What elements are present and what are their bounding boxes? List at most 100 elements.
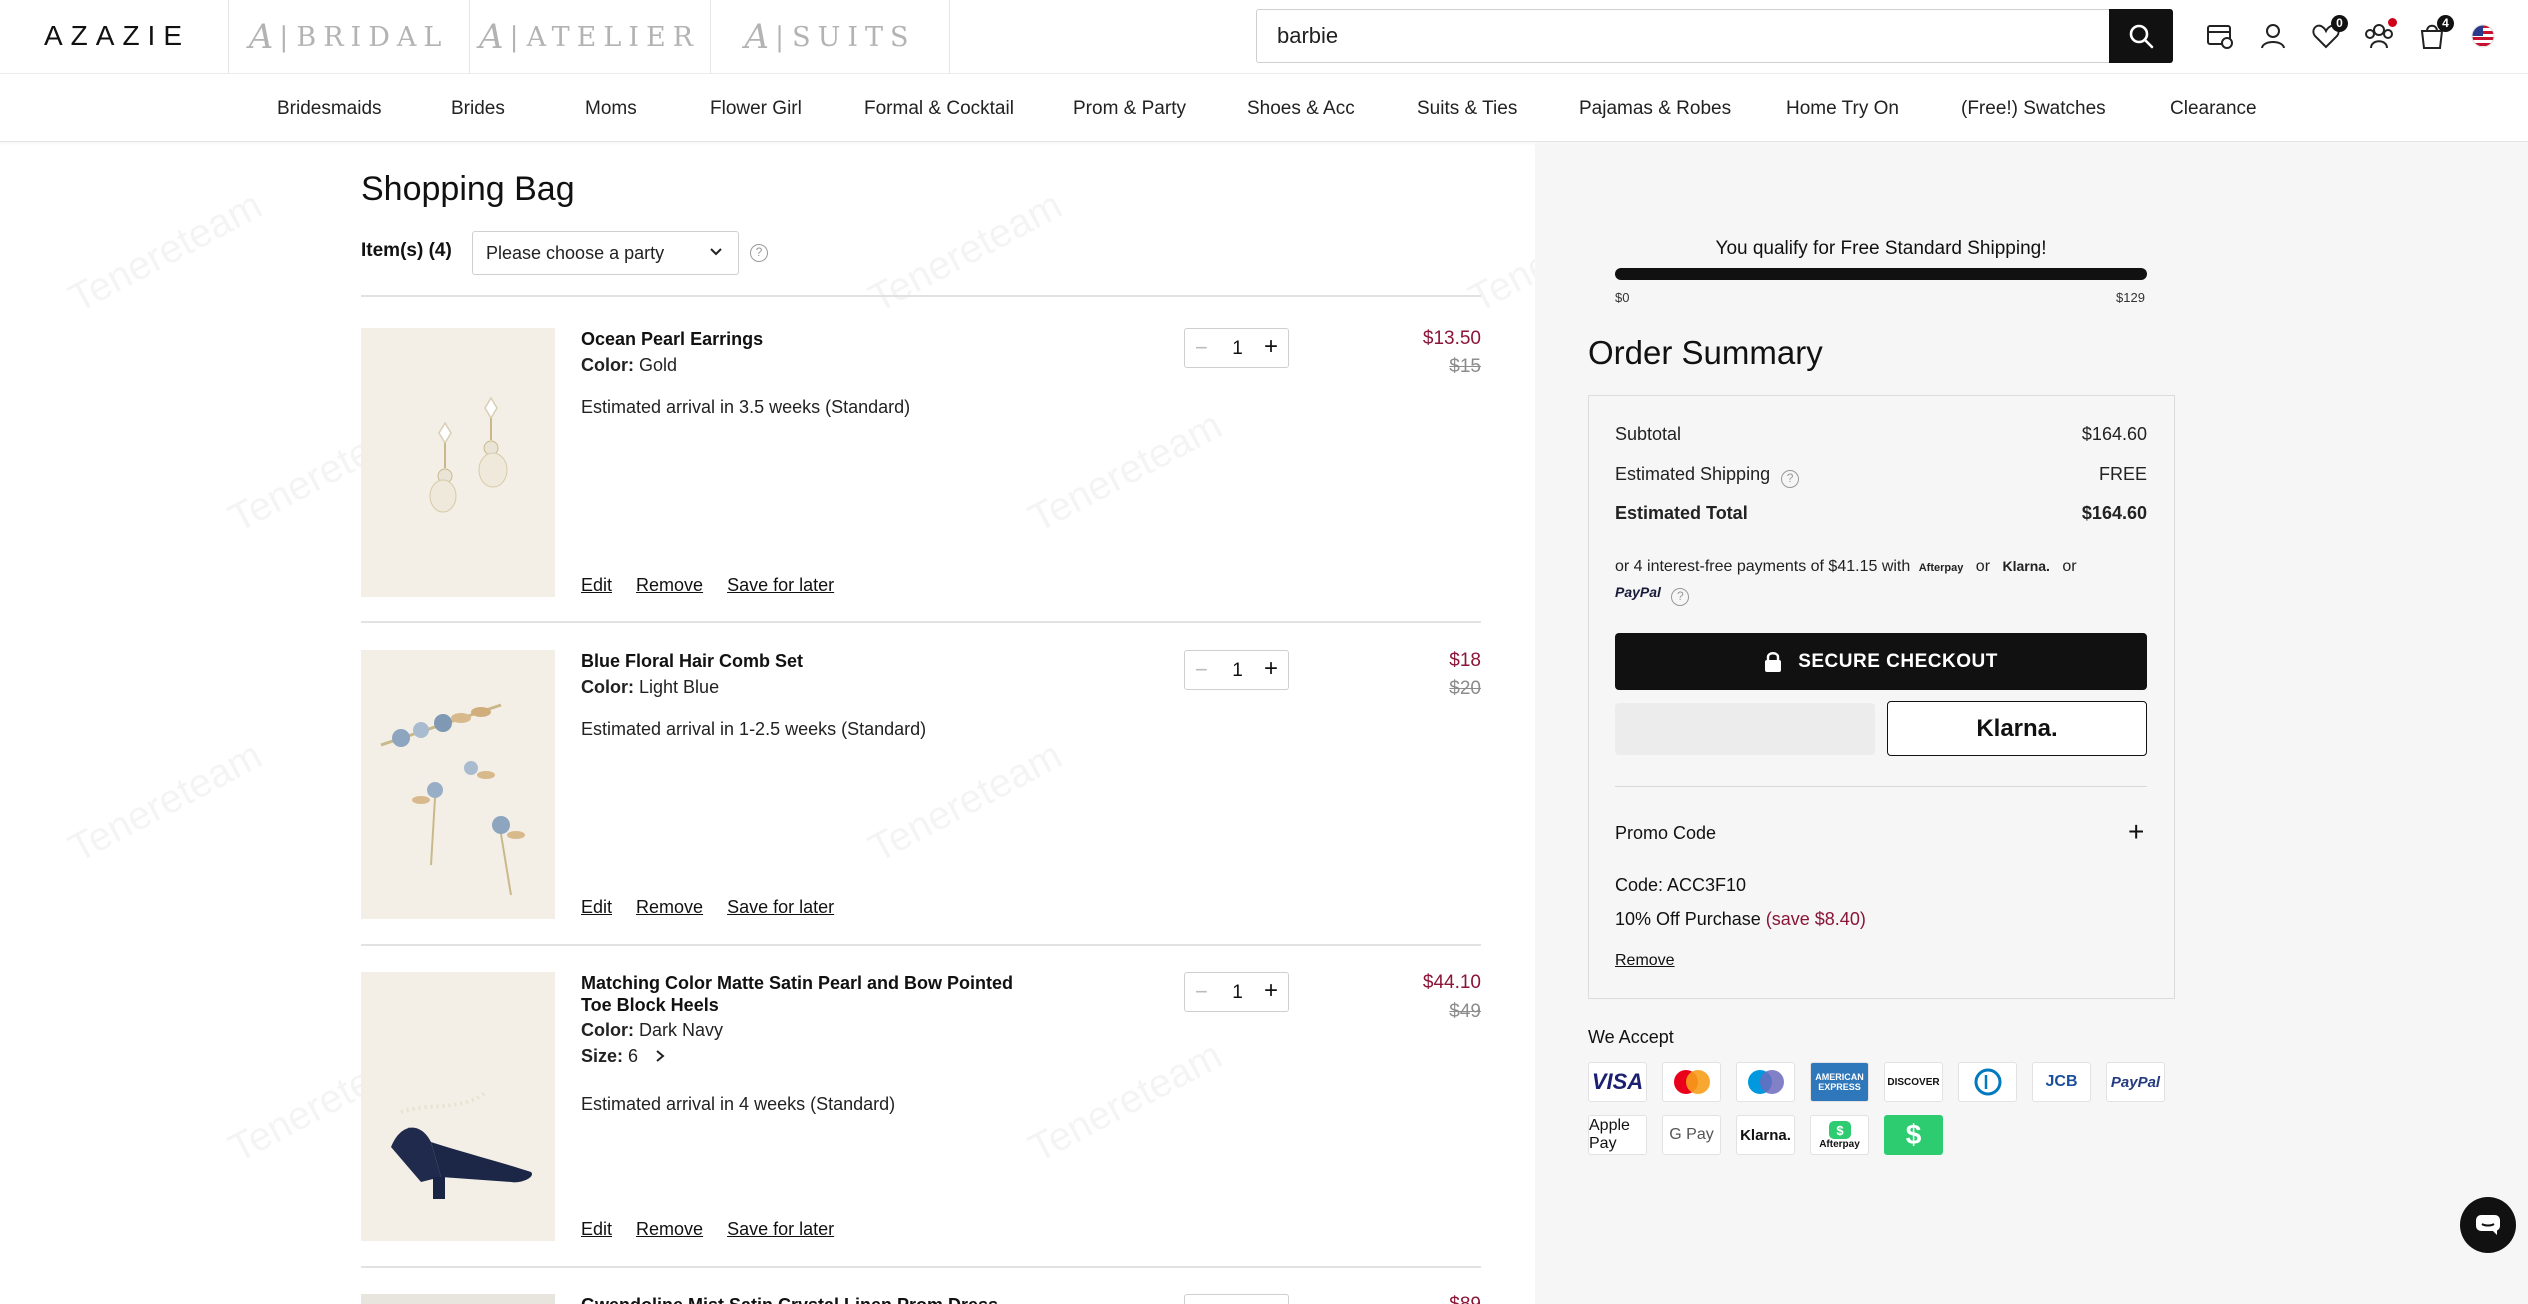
subtotal-value: $164.60 — [2081, 424, 2147, 444]
we-accept-label: We Accept — [1588, 1027, 1674, 1047]
quantity-stepper — [1184, 1294, 1289, 1304]
product-eta: Estimated arrival in 3.5 weeks (Standard… — [581, 397, 911, 417]
remove-link[interactable]: Remove — [636, 1219, 703, 1239]
original-price: $15 — [1449, 356, 1481, 377]
search-bar — [1256, 9, 2173, 63]
promo-expand-icon[interactable]: + — [2128, 816, 2144, 848]
favorites-button[interactable]: 0 — [2308, 15, 2348, 54]
notification-dot — [2388, 18, 2397, 27]
chat-support-button[interactable] — [2460, 1197, 2516, 1253]
increase-qty-button[interactable]: + — [1264, 977, 1278, 1005]
account-button[interactable] — [2255, 18, 2291, 54]
nav-brides[interactable]: Brides — [451, 98, 505, 120]
product-name[interactable]: Blue Floral Hair Comb Set — [581, 650, 803, 672]
product-image-ocean-pearl-earrings[interactable] — [361, 328, 555, 597]
product-name[interactable]: Ocean Pearl Earrings — [581, 328, 763, 350]
nav-clearance[interactable]: Clearance — [2170, 98, 2257, 120]
sale-price: $44.10 — [1422, 972, 1481, 993]
product-image-hair-comb-set[interactable] — [361, 650, 555, 919]
watermark: Tenereteam — [1022, 1033, 1230, 1172]
top-bar: AZAZIE A|BRIDAL A|ATELIER A|SUITS 0 4 — [0, 0, 2528, 74]
shipping-label: Estimated Shipping — [1615, 464, 1771, 484]
community-button[interactable] — [2361, 18, 2397, 54]
increase-qty-button[interactable]: + — [1264, 655, 1278, 683]
secure-checkout-button[interactable]: SECURE CHECKOUT — [1615, 633, 2147, 690]
remove-link[interactable]: Remove — [636, 575, 703, 595]
watermark: Tenereteam — [1022, 403, 1230, 542]
or-text: or — [2062, 558, 2077, 575]
chevron-right-icon — [656, 1050, 665, 1062]
jcb-card-icon: JCB — [2032, 1062, 2091, 1102]
remove-link[interactable]: Remove — [636, 897, 703, 917]
express-pay-button[interactable] — [1615, 703, 1875, 755]
nav-prom-party[interactable]: Prom & Party — [1073, 98, 1186, 120]
nav-moms[interactable]: Moms — [585, 98, 637, 120]
earrings-image — [361, 328, 555, 597]
country-selector[interactable] — [2465, 18, 2501, 54]
shipping-row: Estimated Shipping ? FREE — [1615, 464, 2147, 488]
installments-info: or 4 interest-free payments of $41.15 wi… — [1615, 554, 2147, 606]
original-price: $20 — [1449, 678, 1481, 699]
cart-button[interactable]: 4 — [2414, 15, 2454, 54]
product-image-block-heels[interactable] — [361, 972, 555, 1241]
product-image-prom-dress[interactable] — [361, 1294, 555, 1304]
help-icon[interactable]: ? — [1671, 588, 1690, 606]
search-icon — [2129, 24, 2154, 49]
nav-bridesmaids[interactable]: Bridesmaids — [277, 98, 382, 120]
nav-pajamas-robes[interactable]: Pajamas & Robes — [1579, 98, 1731, 120]
klarna-logo: Klarna. — [2002, 558, 2050, 574]
search-button[interactable] — [2109, 9, 2173, 63]
save-for-later-link[interactable]: Save for later — [727, 1219, 834, 1239]
klarna-pay-button[interactable]: Klarna. — [1887, 701, 2147, 756]
applied-promo-code: Code: ACC3F10 — [1615, 875, 1747, 895]
nav-flower-girl[interactable]: Flower Girl — [710, 98, 802, 120]
nav-home-try-on[interactable]: Home Try On — [1786, 98, 1899, 120]
order-tracking-button[interactable] — [2202, 18, 2238, 54]
divider — [361, 621, 1481, 623]
user-icon — [2261, 24, 2285, 49]
watermark: Tenereteam — [62, 183, 270, 322]
amex-card-icon: AMERICAN EXPRESS — [1810, 1062, 1869, 1102]
product-name[interactable]: Gwendoline Mist Satin Crystal Linen Prom… — [581, 1294, 998, 1304]
nav-suits-ties[interactable]: Suits & Ties — [1417, 98, 1517, 120]
increase-qty-button[interactable]: + — [1264, 333, 1278, 361]
cash-app-icon: $ — [1884, 1115, 1943, 1155]
heels-image — [361, 972, 555, 1241]
diners-club-icon — [1958, 1062, 2017, 1102]
svg-text:$: $ — [1836, 1123, 1844, 1138]
divider — [361, 1266, 1481, 1268]
search-input[interactable] — [1257, 10, 2109, 62]
checkout-label: SECURE CHECKOUT — [1798, 650, 1998, 672]
product-name[interactable]: Matching Color Matte Satin Pearl and Bow… — [581, 972, 1013, 1016]
promo-code-label[interactable]: Promo Code — [1615, 823, 1716, 844]
edit-link[interactable]: Edit — [581, 1219, 612, 1239]
nav-shoes-acc[interactable]: Shoes & Acc — [1247, 98, 1355, 120]
brand-tab-atelier[interactable]: A | ATELIER — [469, 0, 709, 74]
help-icon[interactable]: ? — [1781, 470, 1800, 488]
remove-promo-link[interactable]: Remove — [1615, 952, 1675, 970]
product-size[interactable]: Size: 6 — [581, 1046, 667, 1067]
paypal-card-icon: PayPal — [2106, 1062, 2165, 1102]
maestro-icon — [1736, 1062, 1795, 1102]
save-for-later-link[interactable]: Save for later — [727, 575, 834, 595]
favorites-count-badge: 0 — [2331, 15, 2348, 32]
help-icon[interactable]: ? — [750, 244, 768, 262]
nav-free-swatches[interactable]: (Free!) Swatches — [1961, 98, 2106, 120]
party-select-value: Please choose a party — [486, 243, 665, 263]
edit-link[interactable]: Edit — [581, 575, 612, 595]
brand-tab-bridal[interactable]: A | BRIDAL — [228, 0, 468, 74]
logo[interactable]: AZAZIE — [44, 20, 190, 52]
paypal-logo: PayPal — [1615, 584, 1661, 600]
nav-formal-cocktail[interactable]: Formal & Cocktail — [864, 98, 1014, 120]
or-text: or — [1975, 558, 1991, 575]
edit-link[interactable]: Edit — [581, 897, 612, 917]
party-select[interactable]: Please choose a party — [472, 231, 739, 275]
brand-tab-suits[interactable]: A | SUITS — [710, 0, 950, 74]
installments-text: or 4 interest-free payments of $41.15 wi… — [1615, 558, 1911, 575]
lock-icon — [1765, 651, 1782, 672]
brand-tab-label: BRIDAL — [296, 21, 449, 53]
save-for-later-link[interactable]: Save for later — [727, 897, 834, 917]
google-pay-icon: G Pay — [1662, 1115, 1721, 1155]
order-summary-title: Order Summary — [1588, 334, 1823, 371]
sale-price: $13.50 — [1422, 328, 1481, 349]
